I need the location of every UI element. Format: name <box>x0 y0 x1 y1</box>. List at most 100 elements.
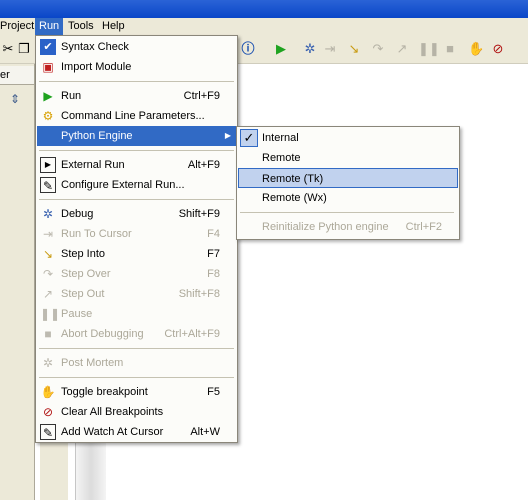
submenu-item-label: Remote (Wx) <box>262 192 327 204</box>
menu-item-shortcut: Shift+F9 <box>178 208 220 220</box>
checkmark-icon: ✓ <box>240 129 258 147</box>
menu-item-shortcut: F5 <box>207 386 220 398</box>
menu-item-label: Python Engine <box>61 130 133 142</box>
menu-item-step-over[interactable]: ↷ Step Over F8 <box>37 264 236 284</box>
step-into-icon: ↘ <box>42 247 54 261</box>
menu-item-label: Step Into <box>61 248 106 260</box>
side-panel: er ⇕ <box>0 64 34 500</box>
menu-item-command-line-parameters[interactable]: ⚙ Command Line Parameters... <box>37 106 236 126</box>
debug-icon: ✲ <box>42 207 54 221</box>
menu-item-label: Debug <box>61 208 94 220</box>
menu-item-python-engine[interactable]: Python Engine ▶ <box>37 126 236 146</box>
menu-help[interactable]: Help <box>98 18 129 35</box>
menu-item-toggle-breakpoint[interactable]: ✋ Toggle breakpoint F5 <box>37 382 236 402</box>
cut-icon[interactable]: ✂ <box>0 41 16 57</box>
menu-item-step-into[interactable]: ↘ Step Into F7 <box>37 244 236 264</box>
menu-item-label: Clear All Breakpoints <box>61 406 164 418</box>
menu-item-pause[interactable]: ❚❚ Pause <box>37 304 236 324</box>
menu-project[interactable]: Project <box>0 18 38 35</box>
menu-item-add-watch-at-cursor[interactable]: ✎ Add Watch At Cursor Alt+W <box>37 422 236 442</box>
run-to-cursor-icon: ⇥ <box>42 227 54 241</box>
menu-item-shortcut: F7 <box>207 248 220 260</box>
external-run-icon: ▶ <box>40 157 56 173</box>
abort-icon: ■ <box>44 327 52 341</box>
submenu-item-reinitialize[interactable]: Reinitialize Python engine Ctrl+F2 <box>238 217 458 237</box>
import-module-icon: ▣ <box>42 60 54 74</box>
submenu-item-shortcut: Ctrl+F2 <box>405 221 442 233</box>
run-icon: ▶ <box>43 89 53 103</box>
submenu-item-label: Remote (Tk) <box>262 173 324 185</box>
submenu-item-label: Reinitialize Python engine <box>262 221 389 233</box>
step-out-icon[interactable]: ↗ <box>394 41 410 57</box>
menu-item-shortcut: F4 <box>207 228 220 240</box>
menu-separator <box>240 212 454 213</box>
submenu-arrow-icon: ▶ <box>224 131 231 140</box>
menu-item-clear-all-breakpoints[interactable]: ⊘ Clear All Breakpoints <box>37 402 236 422</box>
menu-item-abort-debugging[interactable]: ■ Abort Debugging Ctrl+Alt+F9 <box>37 324 236 344</box>
menu-item-label: Syntax Check <box>61 41 129 53</box>
title-bar <box>0 0 528 18</box>
menu-item-shortcut: Alt+F9 <box>187 159 220 171</box>
menu-item-label: Pause <box>61 308 93 320</box>
menu-item-shortcut: Ctrl+Alt+F9 <box>164 328 220 340</box>
menu-item-shortcut: Alt+W <box>190 426 220 438</box>
step-over-icon[interactable]: ↷ <box>370 41 386 57</box>
menu-item-label: External Run <box>61 159 125 171</box>
menu-item-external-run[interactable]: ▶ External Run Alt+F9 <box>37 155 236 175</box>
run-menu: ✔ Syntax Check ▣ Import Module ▶ Run Ctr… <box>35 35 238 443</box>
menu-item-debug[interactable]: ✲ Debug Shift+F9 <box>37 204 236 224</box>
menu-item-run[interactable]: ▶ Run Ctrl+F9 <box>37 86 236 106</box>
menu-item-label: Abort Debugging <box>61 328 144 340</box>
menu-item-shortcut: Shift+F8 <box>178 288 220 300</box>
menu-separator <box>39 377 234 378</box>
info-icon[interactable]: ⓘ <box>240 41 256 57</box>
menu-item-syntax-check[interactable]: ✔ Syntax Check <box>37 37 236 57</box>
menu-item-shortcut: F8 <box>207 268 220 280</box>
expand-icon[interactable]: ⇕ <box>10 92 20 106</box>
step-into-icon[interactable]: ↘ <box>346 41 362 57</box>
submenu-item-label: Internal <box>262 132 299 144</box>
toggle-breakpoint-icon[interactable]: ✋ <box>468 41 484 57</box>
python-engine-submenu: ✓ Internal Remote Remote (Tk) Remote (Wx… <box>236 126 460 240</box>
menu-item-step-out[interactable]: ↗ Step Out Shift+F8 <box>37 284 236 304</box>
menu-separator <box>39 348 234 349</box>
clear-breakpoints-icon: ⊘ <box>42 405 54 419</box>
pause-icon: ❚❚ <box>40 307 61 321</box>
post-mortem-icon: ✲ <box>42 356 54 370</box>
side-panel-tab[interactable]: er <box>0 66 34 85</box>
step-out-icon: ↗ <box>42 287 54 301</box>
menu-run[interactable]: Run <box>35 18 64 35</box>
submenu-item-internal[interactable]: ✓ Internal <box>238 128 458 148</box>
menu-item-label: Run <box>61 90 82 102</box>
submenu-item-label: Remote <box>262 152 301 164</box>
menu-separator <box>39 81 234 82</box>
menu-item-label: Import Module <box>61 61 132 73</box>
pause-icon[interactable]: ❚❚ <box>418 41 440 57</box>
debug-icon[interactable]: ✲ <box>302 41 318 57</box>
menu-bar: Project Run Tools Help <box>0 18 528 35</box>
menu-item-label: Step Over <box>61 268 111 280</box>
menu-item-run-to-cursor[interactable]: ⇥ Run To Cursor F4 <box>37 224 236 244</box>
step-over-icon: ↷ <box>42 267 54 281</box>
run-to-cursor-icon[interactable]: ⇥ <box>322 41 338 57</box>
abort-icon[interactable]: ■ <box>442 41 458 57</box>
menu-item-import-module[interactable]: ▣ Import Module <box>37 57 236 77</box>
configure-external-run-icon: ✎ <box>40 177 56 193</box>
submenu-item-remote-wx[interactable]: Remote (Wx) <box>238 188 458 208</box>
menu-item-post-mortem[interactable]: ✲ Post Mortem <box>37 353 236 373</box>
copy-icon[interactable]: ❐ <box>16 41 32 57</box>
menu-item-label: Command Line Parameters... <box>61 110 205 122</box>
menu-item-label: Post Mortem <box>61 357 124 369</box>
menu-item-label: Toggle breakpoint <box>61 386 148 398</box>
submenu-item-remote-tk[interactable]: Remote (Tk) <box>238 168 458 188</box>
watch-icon: ✎ <box>40 424 56 440</box>
menu-item-configure-external-run[interactable]: ✎ Configure External Run... <box>37 175 236 195</box>
clear-breakpoints-icon[interactable]: ⊘ <box>490 41 506 57</box>
run-icon[interactable]: ▶ <box>273 41 289 57</box>
menu-separator <box>39 150 234 151</box>
menu-item-label: Step Out <box>61 288 105 300</box>
submenu-item-remote[interactable]: Remote <box>238 148 458 168</box>
menu-tools[interactable]: Tools <box>64 18 98 35</box>
parameters-icon: ⚙ <box>42 109 54 123</box>
menu-separator <box>39 199 234 200</box>
